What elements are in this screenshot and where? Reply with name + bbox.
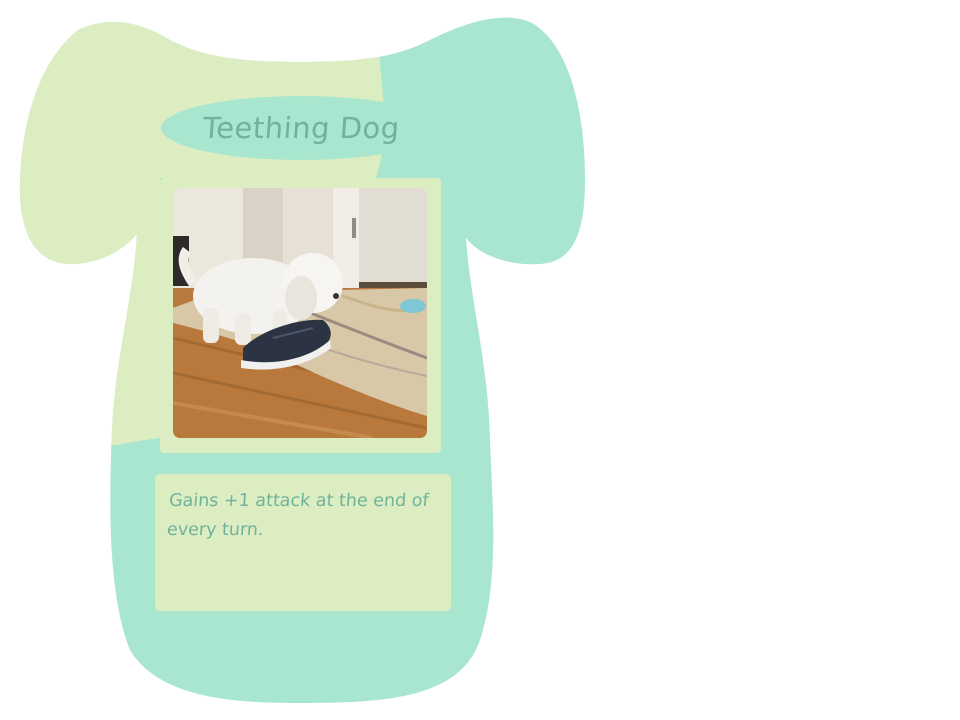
game-stage: Teething Dog Gains +1 attack at the end …: [0, 0, 960, 720]
artwork-frame: [160, 178, 441, 453]
dog-photo: [173, 188, 427, 438]
card-description: Gains +1 attack at the end of every turn…: [166, 491, 430, 540]
card-artwork: [173, 188, 427, 438]
card-title: Teething Dog: [201, 111, 401, 145]
title-banner: Teething Dog: [161, 96, 441, 160]
description-box: Gains +1 attack at the end of every turn…: [155, 474, 451, 611]
card-body[interactable]: [0, 0, 960, 720]
